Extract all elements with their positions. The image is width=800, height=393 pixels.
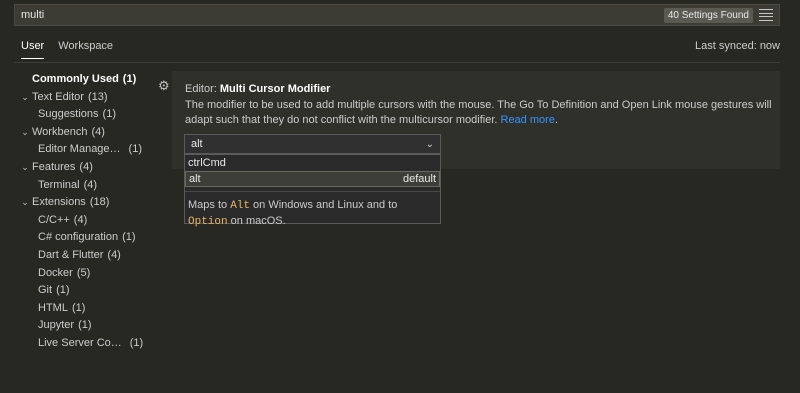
toc-item-workbench[interactable]: ⌄ Workbench (4)	[14, 124, 154, 142]
results-count-badge: 40 Settings Found	[663, 7, 753, 23]
select-value: alt	[191, 138, 203, 150]
toc-item-features[interactable]: ⌄ Features (4)	[14, 159, 154, 177]
setting-title: Editor: Multi Cursor Modifier	[185, 83, 331, 95]
chevron-down-icon: ⌄	[21, 197, 29, 208]
settings-toc-tree: Commonly Used (1) ⌄ Text Editor (13) Sugges…	[14, 71, 154, 353]
toc-item-dart-flutter[interactable]: Dart & Flutter (4)	[14, 247, 154, 265]
toc-item-commonly-used[interactable]: Commonly Used (1)	[14, 71, 154, 89]
chevron-down-icon: ⌄	[21, 161, 29, 172]
select-dropdown-list: ctrlCmd alt default Maps to Alt on Window…	[184, 154, 441, 228]
chevron-down-icon: ⌄	[425, 138, 434, 150]
toc-item-docker[interactable]: Docker (5)	[14, 265, 154, 283]
toc-item-suggestions[interactable]: Suggestions (1)	[14, 106, 154, 124]
toc-item-terminal[interactable]: Terminal (4)	[14, 177, 154, 195]
tabs-divider	[14, 62, 780, 63]
setting-description: The modifier to be used to add multiple …	[185, 99, 772, 126]
settings-search-input[interactable]	[21, 9, 664, 21]
toc-item-jupyter[interactable]: Jupyter (1)	[14, 317, 154, 335]
option-alt[interactable]: alt default	[185, 171, 440, 187]
option-description: Maps to Alt on Windows and Linux and to …	[185, 191, 440, 230]
toc-item-text-editor[interactable]: ⌄ Text Editor (13)	[14, 89, 154, 107]
toc-item-csharp-configuration[interactable]: C# configuration (1)	[14, 229, 154, 247]
multi-cursor-modifier-select[interactable]: alt ⌄	[184, 134, 441, 154]
toc-item-html[interactable]: HTML (1)	[14, 300, 154, 318]
toc-item-live-server[interactable]: Live Server Co… (1)	[14, 335, 154, 353]
default-tag: default	[402, 173, 436, 185]
toc-item-extensions[interactable]: ⌄ Extensions (18)	[14, 194, 154, 212]
tab-user[interactable]: User	[21, 38, 45, 59]
toc-item-editor-management[interactable]: Editor Manage… (1)	[14, 141, 154, 159]
chevron-down-icon: ⌄	[21, 91, 29, 102]
toc-item-git[interactable]: Git (1)	[14, 282, 154, 300]
filter-icon[interactable]	[759, 9, 773, 21]
chevron-down-icon: ⌄	[21, 126, 29, 137]
toc-item-c-cpp[interactable]: C/C++ (4)	[14, 212, 154, 230]
tab-workspace[interactable]: Workspace	[58, 38, 113, 58]
last-synced-status: Last synced: now	[695, 40, 780, 52]
settings-scope-tabs: User Workspace Last synced: now	[14, 38, 780, 62]
gear-icon[interactable]: ⚙	[158, 79, 171, 92]
read-more-link[interactable]: Read more	[501, 114, 555, 126]
settings-search-bar[interactable]: 40 Settings Found	[14, 4, 780, 26]
option-ctrlcmd[interactable]: ctrlCmd	[185, 155, 440, 171]
